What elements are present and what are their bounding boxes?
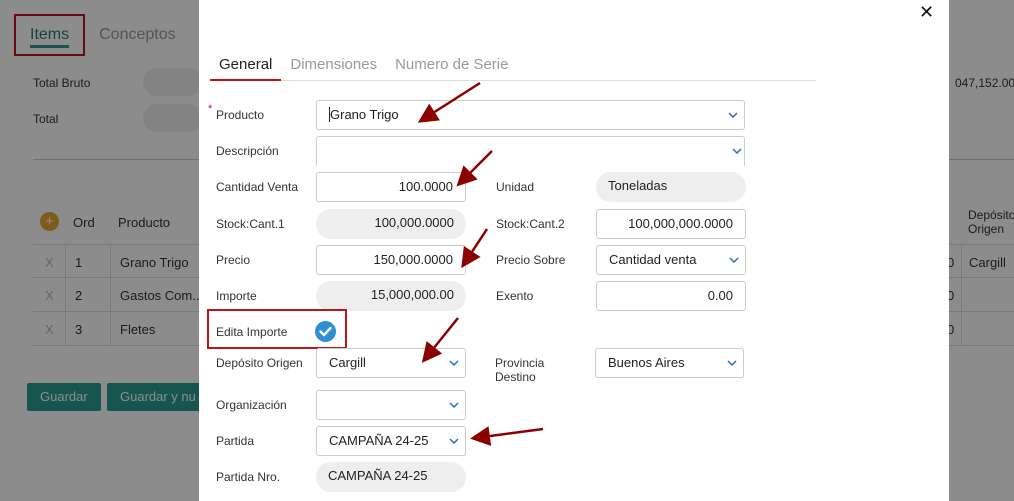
deposito-origen-value: Cargill (329, 355, 366, 370)
partida-select[interactable]: CAMPAÑA 24-25 (316, 426, 466, 456)
provincia-destino-select[interactable]: Buenos Aires (595, 348, 744, 378)
tab-numero-de-serie[interactable]: Numero de Serie (386, 54, 517, 81)
modal-tabs: General Dimensiones Numero de Serie (210, 54, 816, 81)
deposito-origen-select[interactable]: Cargill (316, 348, 466, 378)
close-icon[interactable]: ✕ (919, 2, 934, 23)
chevron-down-icon (449, 391, 459, 408)
descripcion-field[interactable] (316, 136, 745, 166)
precio-sobre-label: Precio Sobre (496, 253, 566, 267)
chevron-down-icon (732, 137, 742, 154)
importe-label: Importe (216, 289, 257, 303)
partida-nro-label: Partida Nro. (216, 470, 281, 484)
descripcion-label: Descripción (216, 144, 279, 158)
partida-label: Partida (216, 434, 255, 448)
edita-importe-label: Edita Importe (216, 325, 288, 339)
producto-value: Grano Trigo (329, 107, 399, 122)
stock-cant1-field: 100,000.0000 (316, 209, 466, 239)
provincia-destino-value: Buenos Aires (608, 355, 685, 370)
required-mark: * (208, 103, 213, 115)
exento-input[interactable]: 0.00 (596, 281, 746, 311)
annotation-arrow-icon (470, 426, 544, 446)
chevron-down-icon (449, 349, 459, 366)
stock-cant2-label: Stock:Cant.2 (496, 217, 565, 231)
importe-field: 15,000,000.00 (316, 281, 466, 311)
edita-importe-checkbox[interactable] (315, 321, 336, 342)
precio-input[interactable]: 150,000.0000 (316, 245, 466, 275)
deposito-origen-label: Depósito Origen (216, 356, 303, 370)
chevron-down-icon (728, 101, 738, 118)
stock-cant1-label: Stock:Cant.1 (216, 217, 285, 231)
partida-value: CAMPAÑA 24-25 (329, 433, 429, 448)
precio-label: Precio (216, 253, 251, 267)
chevron-down-icon (729, 246, 739, 263)
organizacion-select[interactable] (316, 390, 466, 420)
precio-sobre-value: Cantidad venta (609, 252, 697, 267)
provincia-destino-label-line2: Destino (495, 370, 536, 384)
item-edit-modal: ✕ General Dimensiones Numero de Serie * … (199, 0, 949, 501)
precio-sobre-select[interactable]: Cantidad venta (596, 245, 746, 275)
provincia-destino-label-line1: Provincia (495, 356, 545, 370)
producto-select[interactable]: Grano Trigo (316, 100, 745, 130)
annotation-arrow-icon (461, 228, 489, 269)
exento-label: Exento (496, 289, 534, 303)
tab-general[interactable]: General (210, 54, 282, 81)
cantidad-venta-input[interactable]: 100.0000 (316, 172, 466, 202)
chevron-down-icon (727, 349, 737, 366)
stock-cant2-field: 100,000,000.0000 (596, 209, 746, 239)
check-icon (319, 326, 332, 337)
cantidad-venta-label: Cantidad Venta (216, 180, 299, 194)
tab-dimensiones[interactable]: Dimensiones (281, 54, 386, 81)
unidad-field: Toneladas (596, 172, 746, 202)
provincia-destino-label: Provincia Destino (495, 356, 544, 384)
unidad-label: Unidad (496, 180, 535, 194)
organizacion-label: Organización (216, 398, 287, 412)
chevron-down-icon (449, 427, 459, 444)
producto-label: Producto (216, 108, 265, 122)
partida-nro-field: CAMPAÑA 24-25 (316, 462, 466, 492)
